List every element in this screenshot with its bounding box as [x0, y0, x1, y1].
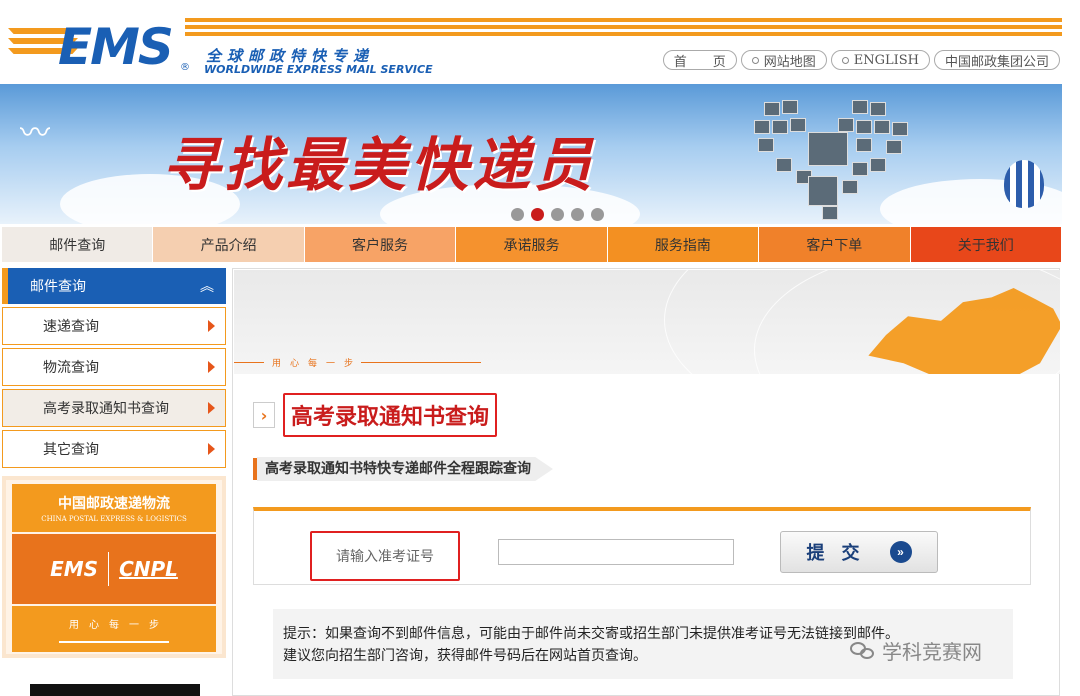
header-stripes — [185, 18, 1062, 39]
divider — [234, 362, 264, 363]
triangle-right-icon — [208, 402, 215, 414]
english-link[interactable]: ENGLISH — [830, 50, 930, 70]
sidebar-item-express-query[interactable]: 速递查询 — [2, 307, 226, 345]
slide-dot[interactable] — [511, 208, 524, 221]
exam-number-input[interactable] — [498, 539, 734, 565]
nav-customer-service[interactable]: 客户服务 — [304, 227, 457, 262]
promo-china-post-logistics: 中国邮政速递物流 CHINA POSTAL EXPRESS & LOGISTIC… — [12, 484, 216, 532]
sidebar-item-logistics-query[interactable]: 物流查询 — [2, 348, 226, 386]
bullet-icon — [751, 56, 759, 64]
china-post-group-link[interactable]: 中国邮政集团公司 — [933, 50, 1060, 70]
divider — [361, 362, 482, 363]
triangle-right-icon — [208, 361, 215, 373]
logo-text: EMS — [58, 18, 174, 76]
main-content: 用 心 每 一 步 › 高考录取通知书查询 高考录取通知书特快专递邮件全程跟踪查… — [232, 268, 1060, 696]
nav-products[interactable]: 产品介绍 — [153, 227, 305, 262]
subtitle-accent-bar — [253, 458, 257, 480]
chevron-right-icon: › — [253, 402, 275, 428]
slide-dot-active[interactable] — [531, 208, 544, 221]
logo-registered-mark: ® — [180, 62, 190, 73]
ems-logo[interactable]: EMS ® — [8, 14, 190, 76]
promo-card[interactable]: 中国邮政速递物流 CHINA POSTAL EXPRESS & LOGISTIC… — [2, 476, 226, 658]
main-banner: 用 心 每 一 步 — [234, 270, 1060, 374]
nav-mail-query[interactable]: 邮件查询 — [2, 227, 154, 262]
tagline-english: WORLDWIDE EXPRESS MAIL SERVICE — [204, 63, 433, 76]
main-nav: 邮件查询 产品介绍 客户服务 承诺服务 服务指南 客户下单 关于我们 — [2, 227, 1062, 262]
page-title-row: › 高考录取通知书查询 — [253, 393, 498, 437]
exam-number-label: 请输入准考证号 — [310, 531, 460, 581]
hero-banner[interactable]: 〰 寻找最美快递员 — [0, 84, 1062, 224]
sidebar-item-other-query[interactable]: 其它查询 — [2, 430, 226, 468]
watermark: 学科竞赛网 — [850, 636, 982, 665]
banner-slogan-strip: 用 心 每 一 步 — [234, 356, 554, 369]
photo-heart-collage — [752, 92, 912, 220]
submit-button[interactable]: 提 交 » — [780, 531, 938, 573]
delivery-road-icon — [59, 635, 169, 643]
top-links: 首 页 网站地图 ENGLISH 中国邮政集团公司 — [662, 50, 1060, 70]
sidebar: 邮件查询 ︽ 速递查询 物流查询 高考录取通知书查询 其它查询 中国邮政速递物流… — [2, 268, 226, 658]
divider — [108, 552, 110, 586]
sidebar-item-admission-letter-query[interactable]: 高考录取通知书查询 — [2, 389, 226, 427]
triangle-right-icon — [208, 320, 215, 332]
home-link[interactable]: 首 页 — [662, 50, 737, 70]
slide-dot[interactable] — [591, 208, 604, 221]
slide-dot[interactable] — [551, 208, 564, 221]
hot-air-balloon-icon — [1004, 160, 1044, 208]
section-subtitle: 高考录取通知书特快专递邮件全程跟踪查询 — [253, 457, 553, 481]
nav-service-guide[interactable]: 服务指南 — [607, 227, 760, 262]
banner-title: 寻找最美快递员 — [162, 131, 597, 199]
wechat-icon — [850, 640, 876, 662]
double-chevron-right-icon: » — [889, 541, 912, 563]
nav-place-order[interactable]: 客户下单 — [759, 227, 911, 262]
site-header: EMS ® 全球邮政特快专递 WORLDWIDE EXPRESS MAIL SE… — [0, 0, 1080, 84]
sidebar-heading[interactable]: 邮件查询 ︽ — [2, 268, 226, 304]
triangle-right-icon — [208, 443, 215, 455]
double-chevron-up-icon: ︽ — [200, 279, 214, 295]
promo-slogan: 用 心 每 一 步 — [12, 606, 216, 652]
sitemap-link[interactable]: 网站地图 — [740, 50, 827, 70]
slide-indicators — [511, 208, 604, 221]
promo-brand-logos: EMS CNPL — [12, 534, 216, 604]
sidebar-bottom-logo — [30, 684, 200, 696]
bird-icon: 〰 — [20, 116, 50, 151]
query-form: 请输入准考证号 提 交 » — [253, 507, 1031, 585]
bullet-icon — [841, 56, 849, 64]
slide-dot[interactable] — [571, 208, 584, 221]
nav-about-us[interactable]: 关于我们 — [910, 227, 1062, 262]
page-title: 高考录取通知书查询 — [283, 393, 498, 437]
nav-commitment[interactable]: 承诺服务 — [456, 227, 608, 262]
